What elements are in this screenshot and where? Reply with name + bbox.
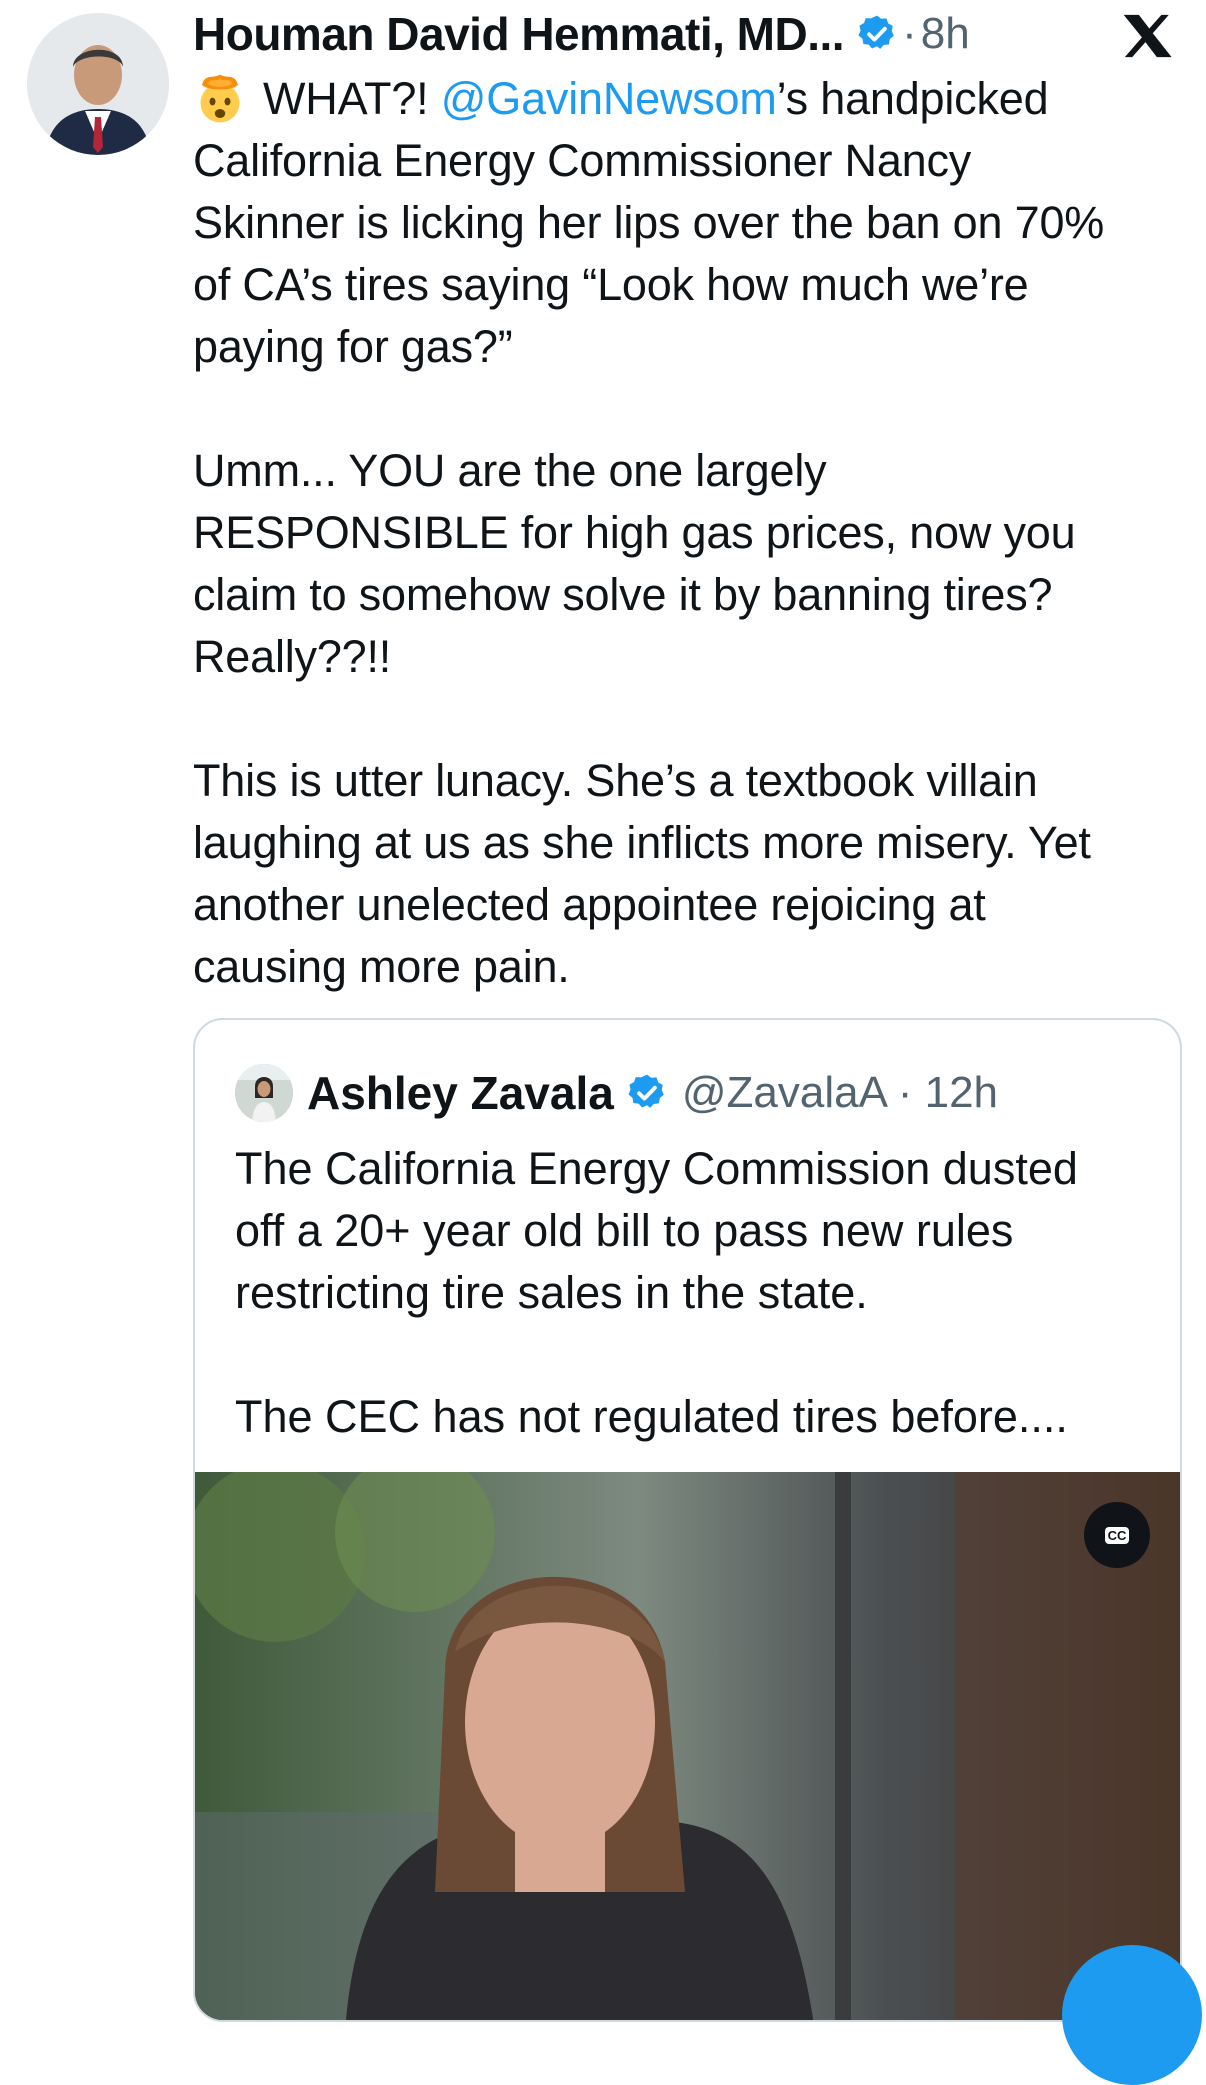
tweet-first-line: WHAT?! @GavinNewsom’s handpicked	[193, 68, 1183, 130]
quoted-tweet-header: Ashley Zavala @ZavalaA · 12h	[235, 1064, 998, 1122]
exploding-head-emoji	[200, 74, 240, 123]
video-thumbnail	[195, 1472, 1180, 2020]
tweet-separator: ·	[902, 9, 917, 58]
quoted-paragraph-2: The CEC has not regulated tires before..…	[235, 1391, 1068, 1442]
tweet-text: WHAT?! @GavinNewsom’s handpicked Califor…	[193, 68, 1183, 998]
cc-label: CC	[1104, 1526, 1130, 1544]
quoted-paragraph-1: The California Energy Commission dusted …	[235, 1143, 1078, 1318]
tweet-line1-prefix: WHAT?!	[263, 73, 429, 124]
quoted-handle-time: @ZavalaA · 12h	[681, 1068, 999, 1117]
quoted-author-avatar[interactable]	[235, 1064, 293, 1122]
tweet-time[interactable]: 8h	[921, 9, 970, 59]
verified-badge-icon	[858, 15, 894, 49]
verified-badge-icon	[628, 1074, 664, 1108]
closed-captions-icon[interactable]: CC	[1084, 1502, 1150, 1568]
avatar-photo	[27, 13, 169, 155]
tweet-paragraph-2: Umm... YOU are the one largely RESPONSIB…	[193, 445, 1076, 682]
compose-button[interactable]	[1062, 1945, 1202, 2085]
mention-link[interactable]: @GavinNewsom	[441, 73, 777, 124]
tweet-header: Houman David Hemmati, MD... · 8h	[193, 2, 1186, 66]
quoted-tweet-card[interactable]: Ashley Zavala @ZavalaA · 12h The Califor…	[193, 1018, 1182, 2022]
tweet-paragraph-3: This is utter lunacy. She’s a textbook v…	[193, 755, 1091, 992]
quoted-avatar-photo	[235, 1064, 293, 1122]
author-avatar[interactable]	[27, 13, 169, 155]
quoted-video[interactable]: CC	[195, 1472, 1180, 2020]
quoted-tweet-text: The California Energy Commission dusted …	[235, 1138, 1160, 1448]
tweet-paragraph-1: California Energy Commissioner Nancy Ski…	[193, 135, 1105, 372]
tweet-line1-suffix: ’s handpicked	[776, 73, 1049, 124]
quoted-author-name[interactable]: Ashley Zavala	[307, 1066, 614, 1120]
author-name[interactable]: Houman David Hemmati, MD...	[193, 7, 845, 61]
x-logo-icon	[1123, 14, 1172, 58]
